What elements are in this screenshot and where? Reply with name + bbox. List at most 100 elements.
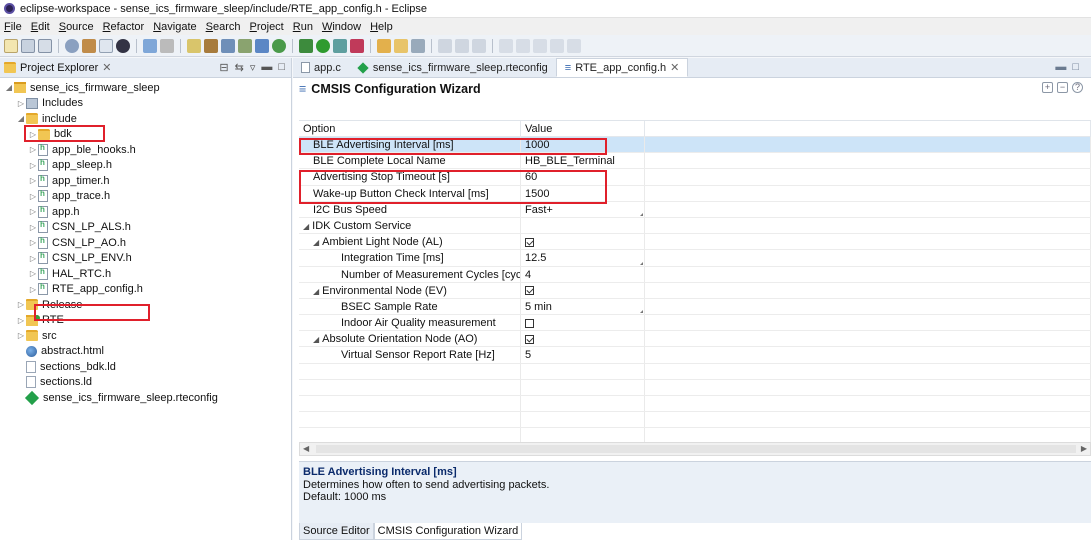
checked-checkbox-icon[interactable] <box>525 237 534 247</box>
option-row-ble-advertising-interval-ms[interactable]: BLE Advertising Interval [ms] 1000 <box>299 137 1091 154</box>
column-header-option[interactable]: Option <box>299 121 521 136</box>
menu-help[interactable]: Help <box>370 21 393 33</box>
option-row-ble-complete-local-name[interactable]: BLE Complete Local Name HB_BLE_Terminal <box>299 153 1091 170</box>
tree-item-app-timer-h[interactable]: ▷ app_timer.h <box>0 173 291 189</box>
collapsed-arrow-icon[interactable]: ▷ <box>28 285 38 294</box>
option-value-cell[interactable]: 5 min <box>521 298 645 315</box>
collapsed-arrow-icon[interactable]: ▷ <box>16 300 26 309</box>
run-icon[interactable] <box>316 38 330 53</box>
last-edit-icon[interactable] <box>533 38 547 53</box>
coverage-icon[interactable] <box>299 38 313 53</box>
collapsed-arrow-icon[interactable]: ▷ <box>28 161 38 170</box>
tree-item-bdk[interactable]: ▷ bdk <box>0 127 291 143</box>
menu-file[interactable]: File <box>4 21 22 33</box>
back-icon[interactable] <box>550 38 564 53</box>
option-value-cell[interactable]: 4 <box>521 266 645 282</box>
menu-source[interactable]: Source <box>59 21 94 33</box>
expand-all-icon[interactable]: + <box>1042 82 1053 93</box>
tree-item-app-h[interactable]: ▷ app.h <box>0 204 291 220</box>
menu-refactor[interactable]: Refactor <box>103 21 145 33</box>
collapse-all-icon[interactable]: ⊟ <box>219 61 228 74</box>
skip-breakpoints-icon[interactable] <box>160 38 174 53</box>
new-folder-icon[interactable] <box>204 38 218 53</box>
dropdown-corner-icon[interactable] <box>640 212 643 216</box>
option-row-idk-custom-service[interactable]: ◢ IDK Custom Service <box>299 217 1091 235</box>
tree-item-csn-lp-als-h[interactable]: ▷ CSN_LP_ALS.h <box>0 220 291 236</box>
tree-item-includes[interactable]: ▷ Includes <box>0 96 291 112</box>
tree-item-src[interactable]: ▷ src <box>0 328 291 344</box>
option-value-cell[interactable] <box>521 331 645 347</box>
show-whitespace-icon[interactable] <box>472 38 486 53</box>
expanded-arrow-icon[interactable]: ◢ <box>313 335 319 344</box>
option-row-absolute-orientation-node-ao[interactable]: ◢ Absolute Orientation Node (AO) <box>299 331 1091 348</box>
debug-config-icon[interactable] <box>116 38 130 53</box>
tree-item-app-sleep-h[interactable]: ▷ app_sleep.h <box>0 158 291 174</box>
expanded-arrow-icon[interactable]: ◢ <box>313 238 319 247</box>
scroll-right-icon[interactable]: ▶ <box>1081 443 1087 455</box>
collapsed-arrow-icon[interactable]: ▷ <box>28 145 38 154</box>
menu-run[interactable]: Run <box>293 21 313 33</box>
link-with-editor-icon[interactable]: ⇆ <box>235 61 244 74</box>
horizontal-scrollbar[interactable]: ◀ ▶ <box>299 442 1091 456</box>
editor-minmax-icons[interactable]: ▬□ <box>1055 61 1085 73</box>
tree-item-csn-lp-env-h[interactable]: ▷ CSN_LP_ENV.h <box>0 251 291 267</box>
editor-tab-sense-ics-firmware-sleep-rteconfig[interactable]: sense_ics_firmware_sleep.rteconfig <box>349 58 556 77</box>
close-tab-icon[interactable]: ✕ <box>670 61 679 74</box>
option-row-virtual-sensor-report-rate-hz[interactable]: Virtual Sensor Report Rate [Hz] 5 <box>299 347 1091 364</box>
bottom-tab-cmsis-configuration-wizard[interactable]: CMSIS Configuration Wizard <box>373 523 523 540</box>
option-row-advertising-stop-timeout-s[interactable]: Advertising Stop Timeout [s] 60 <box>299 169 1091 186</box>
toggle-mark-icon[interactable] <box>438 38 452 53</box>
option-row-wake-up-button-check-interval-ms[interactable]: Wake-up Button Check Interval [ms] 1500 <box>299 185 1091 202</box>
manage-configs-icon[interactable] <box>65 38 79 53</box>
collapsed-arrow-icon[interactable]: ▷ <box>28 130 38 139</box>
unchecked-checkbox-icon[interactable] <box>525 318 534 328</box>
option-row-bsec-sample-rate[interactable]: BSEC Sample Rate 5 min <box>299 298 1091 316</box>
option-value-cell[interactable]: 5 <box>521 347 645 363</box>
project-explorer-tab[interactable]: Project Explorer ✕ ⊟ ⇆ ▿ ▬ □ <box>0 58 291 78</box>
tree-item-app-ble-hooks-h[interactable]: ▷ app_ble_hooks.h <box>0 142 291 158</box>
new-class-icon[interactable] <box>238 38 252 53</box>
tree-item-sections-ld[interactable]: sections.ld <box>0 375 291 391</box>
next-annotation-icon[interactable] <box>499 38 513 53</box>
dropdown-corner-icon[interactable] <box>640 310 643 314</box>
option-value-cell[interactable]: Fast+ <box>521 201 645 217</box>
open-type-icon[interactable] <box>394 38 408 53</box>
maximize-icon[interactable]: □ <box>278 61 285 74</box>
checked-checkbox-icon[interactable] <box>525 334 534 344</box>
option-value-cell[interactable] <box>521 217 645 234</box>
editor-tab-rte-app-config-h[interactable]: ≡ RTE_app_config.h ✕ <box>555 58 689 77</box>
option-value-cell[interactable]: 60 <box>521 169 645 185</box>
tree-item-abstract-html[interactable]: abstract.html <box>0 344 291 360</box>
expanded-arrow-icon[interactable]: ◢ <box>303 222 309 231</box>
collapsed-arrow-icon[interactable]: ▷ <box>16 99 26 108</box>
option-row-integration-time-ms[interactable]: Integration Time [ms] 12.5 <box>299 250 1091 267</box>
tree-item-sections-bdk-ld[interactable]: sections_bdk.ld <box>0 359 291 375</box>
search-tool-icon[interactable] <box>350 38 364 53</box>
tree-item-sense-ics-firmware-sleep-rteconfig[interactable]: sense_ics_firmware_sleep.rteconfig <box>0 390 291 406</box>
option-value-cell[interactable] <box>521 315 645 331</box>
open-perspective-icon[interactable] <box>377 38 391 53</box>
option-value-cell[interactable]: 1000 <box>521 137 645 153</box>
editor-tab-app-c[interactable]: app.c <box>293 58 349 77</box>
properties-icon[interactable] <box>99 38 113 53</box>
tree-item-csn-lp-ao-h[interactable]: ▷ CSN_LP_AO.h <box>0 235 291 251</box>
menu-navigate[interactable]: Navigate <box>153 21 196 33</box>
expanded-arrow-icon[interactable]: ◢ <box>16 114 26 123</box>
collapsed-arrow-icon[interactable]: ▷ <box>28 176 38 185</box>
close-icon[interactable]: ✕ <box>102 61 111 74</box>
menu-edit[interactable]: Edit <box>31 21 50 33</box>
tree-item-sense-ics-firmware-sleep[interactable]: ◢ sense_ics_firmware_sleep <box>0 80 291 96</box>
tree-item-rte-app-config-h[interactable]: ▷ RTE_app_config.h <box>0 282 291 298</box>
tree-item-rte[interactable]: ▷ RTE <box>0 313 291 329</box>
bottom-tab-source-editor[interactable]: Source Editor <box>299 523 374 540</box>
save-all-icon[interactable] <box>38 38 52 53</box>
tree-item-hal-rtc-h[interactable]: ▷ HAL_RTC.h <box>0 266 291 282</box>
tree-item-app-trace-h[interactable]: ▷ app_trace.h <box>0 189 291 205</box>
collapsed-arrow-icon[interactable]: ▷ <box>16 316 26 325</box>
option-value-cell[interactable]: 12.5 <box>521 250 645 266</box>
minimize-icon[interactable]: ▬ <box>261 61 272 74</box>
edit-pencil-icon[interactable] <box>411 38 425 53</box>
debug-icon[interactable] <box>272 38 286 53</box>
collapsed-arrow-icon[interactable]: ▷ <box>28 269 38 278</box>
option-value-cell[interactable] <box>521 282 645 298</box>
